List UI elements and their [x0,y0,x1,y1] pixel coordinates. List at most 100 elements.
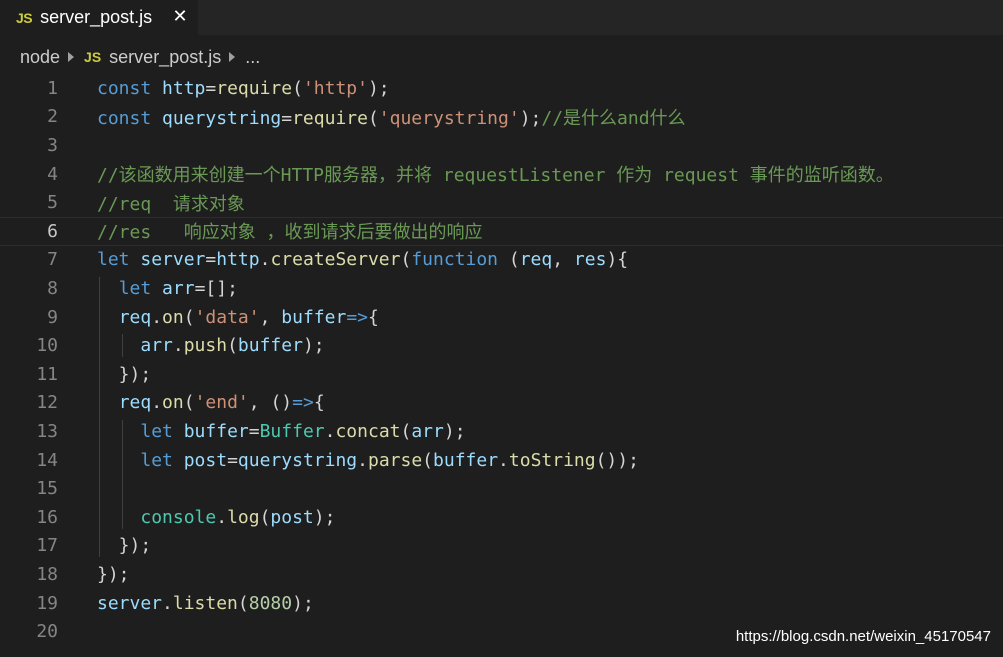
code-line[interactable]: 8 let arr=[]; [0,274,1003,303]
code-token: ( [400,420,412,442]
code-line[interactable]: 7 let server=http.createServer(function (… [0,246,1003,275]
line-number: 13 [36,420,58,442]
code-token: . [324,420,336,442]
code-text[interactable]: req.on('data', buffer=>{ [97,307,379,328]
code-token: = [205,249,217,271]
code-line[interactable]: 13 let buffer=Buffer.concat(arr); [0,417,1003,446]
line-number: 19 [36,592,58,614]
code-line[interactable]: 14 let post=querystring.parse(buffer.toS… [0,446,1003,475]
code-line[interactable]: 15 [0,474,1003,503]
chevron-right-icon [68,52,75,62]
code-text[interactable]: }); [97,535,152,556]
code-text[interactable]: }); [97,564,130,585]
code-text[interactable]: //req 请求对象 [97,190,245,216]
code-text[interactable]: }); [97,363,152,385]
breadcrumb-file[interactable]: server_post.js [109,47,221,68]
code-token: req [118,392,152,414]
line-number: 5 [47,192,58,214]
code-token: //res 响应对象 ，收到请求后要做出的响应 [97,222,483,244]
breadcrumb-symbols[interactable]: ... [245,47,260,68]
code-token: . [357,449,368,471]
line-number: 11 [36,363,58,385]
breadcrumb-folder[interactable]: node [20,47,60,68]
code-token: => [292,392,314,414]
code-token: ); [302,335,325,357]
code-token: const [97,77,163,99]
code-token: arr [411,420,444,442]
code-text[interactable]: server.listen(8080); [97,593,314,614]
code-token: }); [97,363,152,385]
code-token: ); [443,420,466,442]
code-token: ); [367,77,390,99]
code-token: http [216,249,260,271]
code-token: . [259,249,271,271]
code-text[interactable]: const querystring=require('querystring')… [97,104,686,130]
indent-guide [99,277,100,558]
chevron-right-icon [229,52,236,62]
code-line[interactable]: 5 //req 请求对象 [0,188,1003,217]
line-number: 15 [36,478,58,500]
code-token: function [411,249,499,271]
code-line[interactable]: 2 const querystring=require('querystring'… [0,103,1003,132]
code-token: buffer [237,335,303,357]
code-token: console [140,506,217,528]
line-number: 6 [47,220,58,242]
code-token: ){ [606,249,629,271]
code-line[interactable]: 4 //该函数用来创建一个HTTP服务器，并将 requestListener 作… [0,160,1003,189]
code-token: ()); [595,449,639,471]
code-token: require [292,107,368,129]
code-token: . [162,592,173,614]
code-line[interactable]: 18}); [0,560,1003,589]
line-number: 12 [36,392,58,414]
code-line[interactable]: 19 server.listen(8080); [0,589,1003,618]
code-editor[interactable]: 1 const http=require('http'); 2 const query… [0,74,1003,657]
code-text[interactable]: const http=require('http'); [97,78,390,99]
line-number: 1 [47,77,58,99]
code-token: post [270,506,314,528]
code-token: ( [400,249,412,271]
code-text[interactable]: console.log(post); [97,507,335,528]
code-line[interactable]: 12 req.on('end', ()=>{ [0,389,1003,418]
code-token: ( [183,392,195,414]
line-number: 14 [36,449,58,471]
code-token: const [97,107,163,129]
code-line[interactable]: 17 }); [0,532,1003,561]
code-text[interactable]: //该函数用来创建一个HTTP服务器，并将 requestListener 作为… [97,161,894,187]
code-line[interactable]: 1 const http=require('http'); [0,74,1003,103]
code-text[interactable]: arr.push(buffer); [97,335,325,357]
code-text[interactable]: req.on('end', ()=>{ [97,392,325,413]
code-text[interactable]: //res 响应对象 ，收到请求后要做出的响应 [97,218,483,244]
code-token: 8080 [248,592,293,614]
code-text[interactable]: let post=querystring.parse(buffer.toStri… [97,450,639,471]
code-line[interactable]: 6 //res 响应对象 ，收到请求后要做出的响应 [0,217,1003,246]
code-text[interactable]: let buffer=Buffer.concat(arr); [97,420,466,442]
code-token: http [162,77,206,99]
line-number: 7 [47,249,58,271]
code-line[interactable]: 10 arr.push(buffer); [0,331,1003,360]
code-text[interactable]: let arr=[]; [97,278,238,299]
code-token: =[]; [194,277,238,299]
line-number: 20 [36,621,58,643]
code-line[interactable]: 11 }); [0,360,1003,389]
tab-server-post-js[interactable]: JS server_post.js ✕ [0,0,198,35]
code-token: ( [259,506,271,528]
code-token: post [183,449,228,471]
code-token: server [97,592,163,614]
code-line[interactable]: 9 req.on('data', buffer=>{ [0,303,1003,332]
code-line[interactable]: 16 console.log(post); [0,503,1003,532]
watermark: https://blog.csdn.net/weixin_45170547 [735,628,991,645]
code-token: { [313,392,325,414]
code-token: , [259,306,282,328]
code-token: ( [183,306,195,328]
code-token: req [519,249,553,271]
code-line[interactable]: 3 [0,131,1003,160]
js-file-icon: JS [16,9,33,26]
code-text[interactable]: let server=http.createServer(function (r… [97,249,628,270]
code-token: ( [367,107,379,129]
js-file-icon: JS [84,49,102,65]
code-token: = [281,107,293,129]
close-icon[interactable]: ✕ [170,5,190,27]
code-token: ( [498,249,520,271]
